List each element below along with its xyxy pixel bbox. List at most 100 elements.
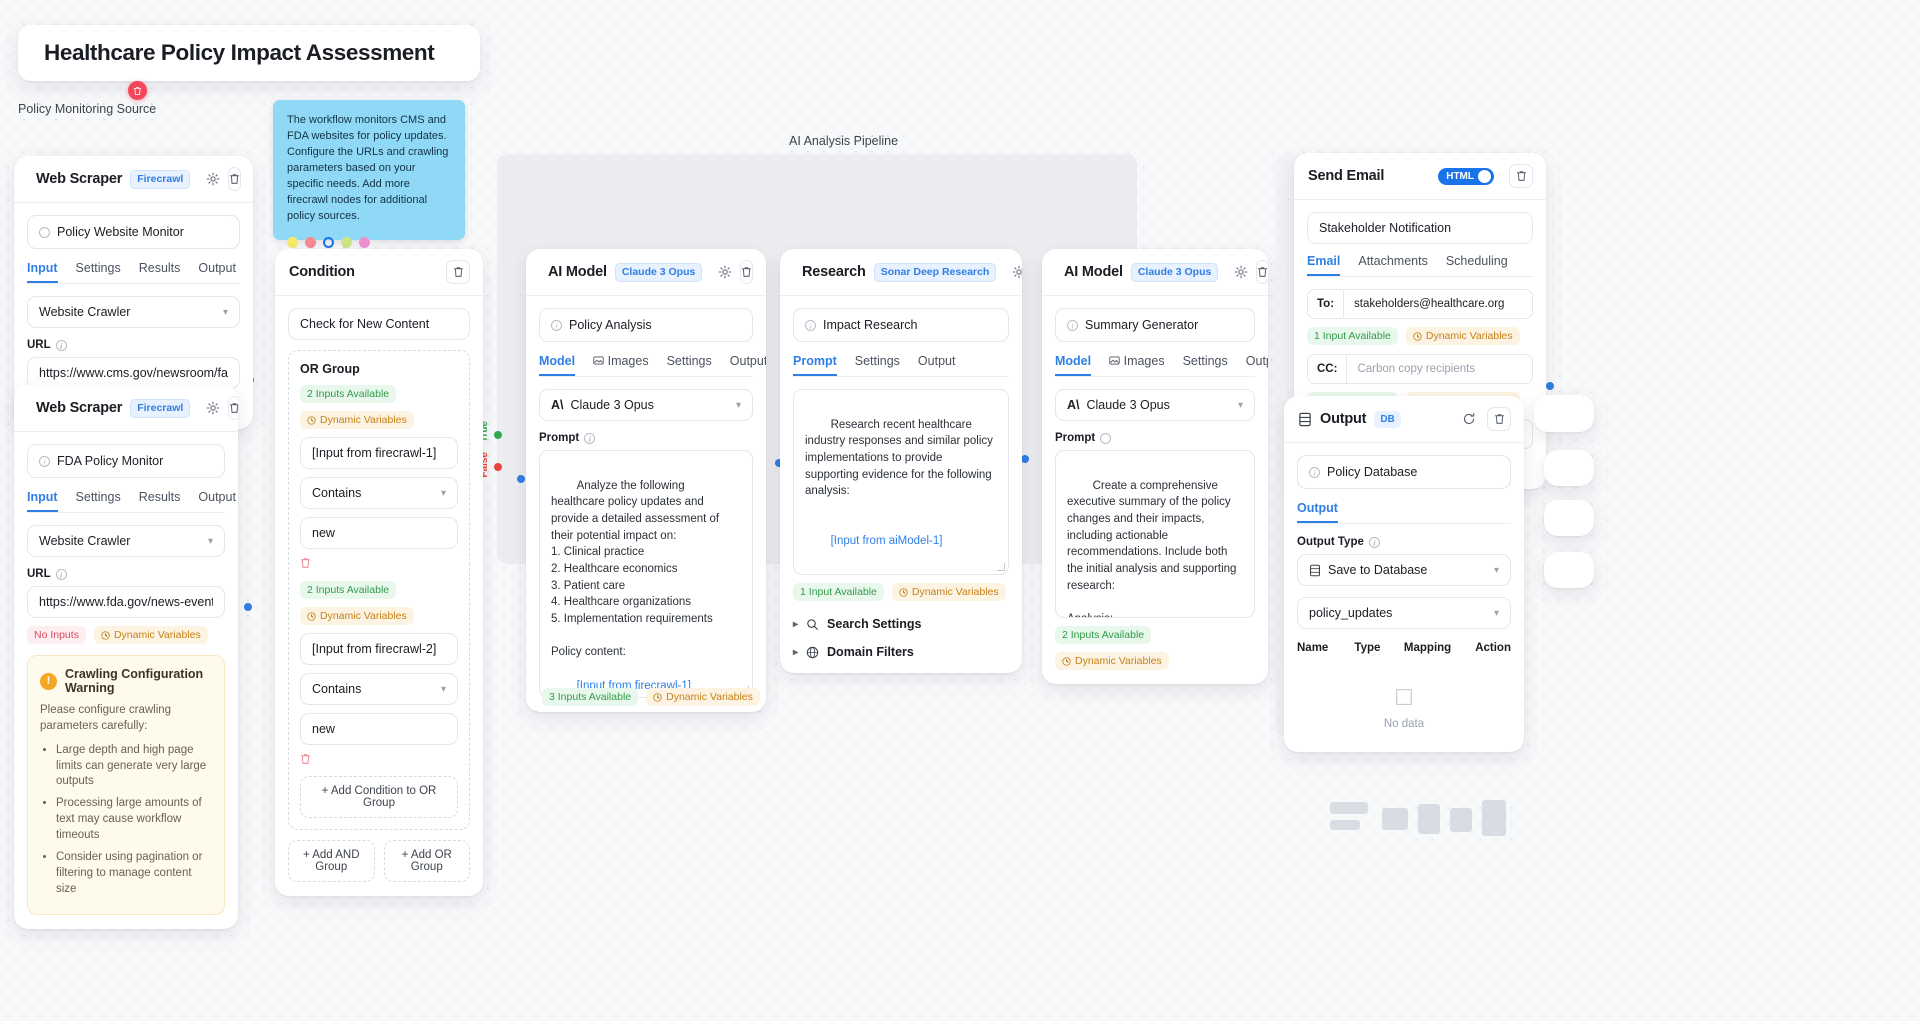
scraper1-tabs[interactable]: Input Settings Results Output <box>27 261 240 284</box>
info-icon[interactable] <box>55 339 67 351</box>
ai-policy-delete-button[interactable] <box>740 260 754 284</box>
chip-dynamic-variables[interactable]: Dynamic Variables <box>646 688 760 706</box>
ai-policy-name-input[interactable]: Policy Analysis <box>539 308 753 342</box>
scraper2-settings-button[interactable] <box>206 398 220 418</box>
chip-dynamic-variables[interactable]: Dynamic Variables <box>1405 327 1520 345</box>
rule2-delete-button[interactable] <box>300 753 458 768</box>
email-cc-input[interactable]: Carbon copy recipients <box>1347 355 1532 383</box>
tab-scheduling[interactable]: Scheduling <box>1446 254 1508 276</box>
tab-output[interactable]: Output <box>198 261 236 283</box>
scraper2-mode-select[interactable]: Website Crawler ▾ <box>27 525 225 557</box>
add-or-group-button[interactable]: + Add OR Group <box>383 840 470 882</box>
output-name-input[interactable]: Policy Database <box>1297 455 1511 489</box>
sticky-color-green[interactable] <box>341 236 352 248</box>
condition-delete-button[interactable] <box>446 260 470 284</box>
tab-attachments[interactable]: Attachments <box>1358 254 1427 276</box>
tab-settings[interactable]: Settings <box>76 261 121 283</box>
output-table-select[interactable]: policy_updates ▾ <box>1297 597 1511 629</box>
tab-images[interactable]: Images <box>593 354 649 376</box>
scraper1-delete-button[interactable] <box>228 167 242 191</box>
sticky-color-blue-selected[interactable] <box>323 236 334 248</box>
node-partial-right-4[interactable] <box>1544 552 1594 588</box>
chip-dynamic-variables[interactable]: Dynamic Variables <box>93 626 208 644</box>
chip-dynamic-variables[interactable]: Dynamic Variables <box>300 411 414 429</box>
port-aisummary-out[interactable] <box>1546 382 1554 390</box>
info-icon[interactable] <box>55 568 67 580</box>
node-condition[interactable]: Condition Check for New Content OR Group… <box>275 249 483 896</box>
tab-settings[interactable]: Settings <box>667 354 712 376</box>
rule2-operator-select[interactable]: Contains ▾ <box>300 673 458 705</box>
port-condition-out[interactable] <box>517 475 525 483</box>
port-scraper2-out[interactable] <box>244 603 252 611</box>
rule1-value-input[interactable]: new <box>300 517 458 549</box>
port-condition-false[interactable] <box>494 463 502 471</box>
ai-policy-tabs[interactable]: Model Images Settings Output <box>539 354 766 377</box>
workflow-title-bar[interactable]: Healthcare Policy Impact Assessment <box>18 25 480 81</box>
ai-summary-model-select[interactable]: A\ Claude 3 Opus ▾ <box>1055 389 1255 421</box>
chip-dynamic-variables[interactable]: Dynamic Variables <box>1055 652 1169 670</box>
ai-summary-name-input[interactable]: Summary Generator <box>1055 308 1255 342</box>
resize-handle-icon[interactable] <box>997 563 1005 571</box>
search-settings-accordion[interactable]: ▸ Search Settings <box>793 617 1009 631</box>
node-ai-model-summary-generator[interactable]: AI Model Claude 3 Opus Summary Generator <box>1042 249 1268 684</box>
tab-email[interactable]: Email <box>1307 254 1340 276</box>
scraper2-tabs[interactable]: Input Settings Results Output <box>27 490 236 513</box>
output-tabs[interactable]: Output <box>1297 501 1511 524</box>
ai-summary-prompt-textarea[interactable]: Create a comprehensive executive summary… <box>1055 450 1255 618</box>
output-type-select[interactable]: Save to Database ▾ <box>1297 554 1511 586</box>
email-to-row[interactable]: To: stakeholders@healthcare.org <box>1307 289 1533 319</box>
rule1-delete-button[interactable] <box>300 557 458 572</box>
sticky-note[interactable]: The workflow monitors CMS and FDA websit… <box>273 100 465 248</box>
email-to-input[interactable]: stakeholders@healthcare.org <box>1344 290 1532 318</box>
ai-summary-delete-button[interactable] <box>1256 260 1268 284</box>
ai-policy-settings-button[interactable] <box>718 262 732 282</box>
email-cc-row[interactable]: CC: Carbon copy recipients <box>1307 354 1533 384</box>
rule2-value-input[interactable]: new <box>300 713 458 745</box>
email-name-input[interactable]: Stakeholder Notification <box>1307 212 1533 244</box>
ai-summary-settings-button[interactable] <box>1234 262 1248 282</box>
tab-output[interactable]: Output <box>1246 354 1268 376</box>
tab-settings[interactable]: Settings <box>76 490 121 512</box>
port-condition-true[interactable] <box>494 431 502 439</box>
node-ai-model-policy-analysis[interactable]: AI Model Claude 3 Opus Policy Analysis <box>526 249 766 712</box>
html-toggle[interactable]: HTML <box>1438 167 1494 185</box>
node-partial-right-3[interactable] <box>1544 500 1594 536</box>
scraper1-name-input[interactable]: Policy Website Monitor <box>27 215 240 249</box>
tab-prompt[interactable]: Prompt <box>793 354 837 376</box>
ai-policy-prompt-textarea[interactable]: Analyze the following healthcare policy … <box>539 450 753 698</box>
tab-model[interactable]: Model <box>1055 354 1091 376</box>
node-partial-right-1[interactable] <box>1534 395 1594 432</box>
scraper2-delete-button[interactable] <box>228 396 238 420</box>
sticky-color-red[interactable] <box>305 236 316 248</box>
node-output-database[interactable]: Output DB Policy Database Output <box>1284 396 1524 752</box>
ai-summary-tabs[interactable]: Model Images Settings Output <box>1055 354 1268 377</box>
research-name-input[interactable]: Impact Research <box>793 308 1009 342</box>
sticky-color-yellow[interactable] <box>287 236 298 248</box>
sticky-color-pink[interactable] <box>359 236 370 248</box>
info-icon[interactable] <box>1100 432 1112 444</box>
add-and-group-button[interactable]: + Add AND Group <box>288 840 375 882</box>
rule2-source-input[interactable]: [Input from firecrawl-2] <box>300 633 458 665</box>
scraper1-mode-select[interactable]: Website Crawler ▾ <box>27 296 240 328</box>
domain-filters-accordion[interactable]: ▸ Domain Filters <box>793 645 1009 659</box>
node-research[interactable]: Research Sonar Deep Research Impact Rese… <box>780 249 1022 673</box>
research-tabs[interactable]: Prompt Settings Output <box>793 354 1009 377</box>
port-research-out[interactable] <box>1021 455 1029 463</box>
delete-workflow-button[interactable] <box>128 81 147 100</box>
tab-model[interactable]: Model <box>539 354 575 376</box>
tab-output[interactable]: Output <box>1297 501 1338 523</box>
tab-images[interactable]: Images <box>1109 354 1165 376</box>
node-web-scraper-2[interactable]: Web Scraper Firecrawl FDA Policy Monitor <box>14 385 238 930</box>
node-partial-right-2[interactable] <box>1544 450 1594 486</box>
condition-name-input[interactable]: Check for New Content <box>288 308 470 340</box>
tab-output[interactable]: Output <box>918 354 956 376</box>
output-refresh-button[interactable] <box>1459 409 1479 429</box>
rule1-operator-select[interactable]: Contains ▾ <box>300 477 458 509</box>
canvas-minimap[interactable] <box>1330 790 1630 855</box>
scraper2-name-input[interactable]: FDA Policy Monitor <box>27 444 225 478</box>
tab-output[interactable]: Output <box>198 490 236 512</box>
output-delete-button[interactable] <box>1487 407 1511 431</box>
tab-results[interactable]: Results <box>139 261 181 283</box>
info-icon[interactable] <box>584 432 596 444</box>
chip-dynamic-variables[interactable]: Dynamic Variables <box>891 583 1006 601</box>
